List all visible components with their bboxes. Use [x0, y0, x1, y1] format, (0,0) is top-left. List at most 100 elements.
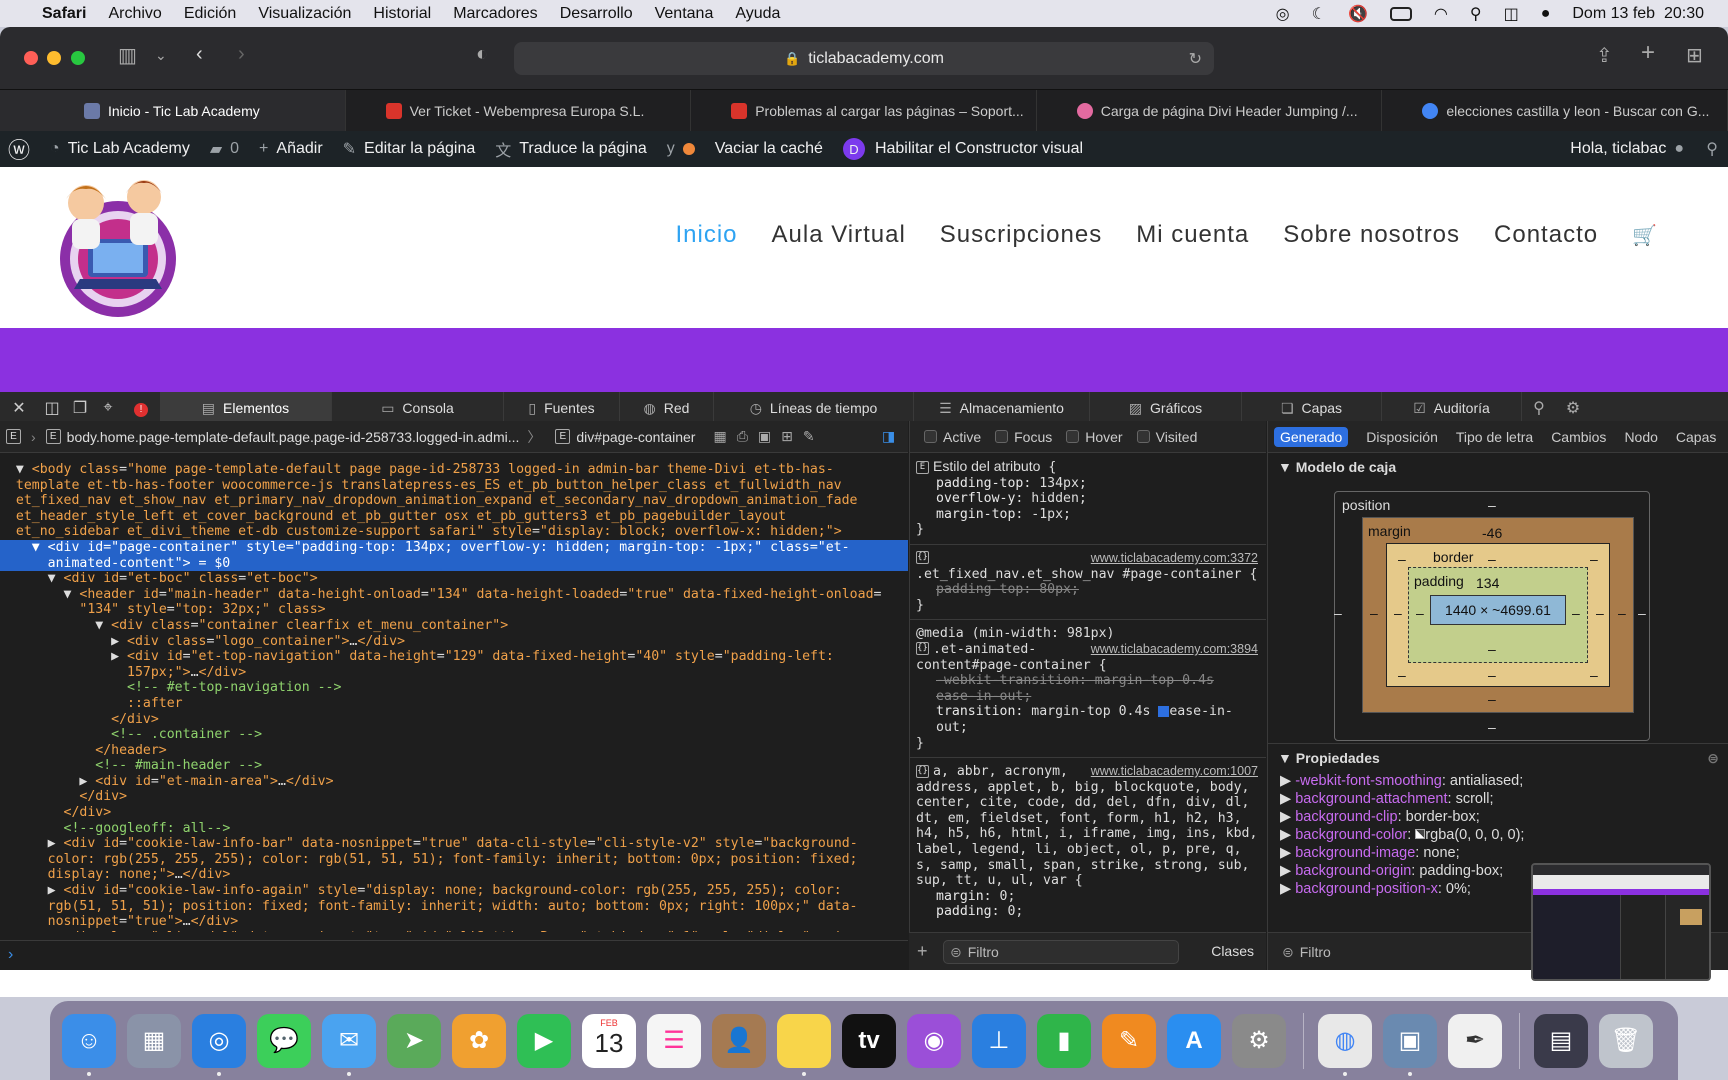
- dom-tree[interactable]: ▼ <body class="home page-template-defaul…: [0, 454, 908, 932]
- wordpress-icon[interactable]: ⓦ: [8, 133, 30, 165]
- breadcrumb-body[interactable]: body.home.page-template-default.page.pag…: [67, 429, 520, 445]
- dom-line[interactable]: ▶ <div class="logo_container">…</div>: [0, 634, 908, 650]
- numbers-icon[interactable]: ▮: [1037, 1013, 1091, 1068]
- new-tab-icon[interactable]: +: [1641, 39, 1655, 67]
- menu-ayuda[interactable]: Ayuda: [735, 5, 780, 23]
- nav-inicio[interactable]: Inicio: [675, 221, 737, 251]
- properties-header[interactable]: ▼ Propiedades ⊜: [1268, 743, 1728, 772]
- nav-suscripciones[interactable]: Suscripciones: [940, 221, 1102, 251]
- apple-tv-icon[interactable]: tv: [842, 1013, 896, 1068]
- classes-toggle[interactable]: Clases: [1211, 943, 1254, 959]
- screenshot-thumbnail[interactable]: [1531, 863, 1711, 981]
- dom-line[interactable]: "134" style="top: 32px;" class>: [0, 602, 908, 618]
- menu-archivo[interactable]: Archivo: [108, 5, 161, 23]
- tab-ver-ticket[interactable]: Ver Ticket - Webempresa Europa S.L.: [346, 90, 692, 131]
- shield-icon[interactable]: ◐: [476, 43, 488, 66]
- console-prompt[interactable]: ›: [0, 940, 908, 970]
- tab-problemas[interactable]: Problemas al cargar las páginas – Soport…: [691, 90, 1037, 131]
- dom-line[interactable]: et_no_sidebar et_divi_theme et-db custom…: [0, 524, 908, 540]
- address-bar[interactable]: 🔒 ticlabacademy.com ↻: [514, 42, 1214, 75]
- dom-line[interactable]: ::after: [0, 696, 908, 712]
- finder-icon[interactable]: ☺: [62, 1013, 116, 1076]
- search-icon[interactable]: ⚲: [1522, 398, 1556, 418]
- photos-icon[interactable]: ✿: [452, 1013, 506, 1068]
- property-row[interactable]: ▶ background-image: none;: [1268, 844, 1728, 862]
- filter-icon[interactable]: ⊜: [1707, 750, 1719, 767]
- tab-almacenamiento[interactable]: ☰ Almacenamiento: [914, 391, 1090, 425]
- tab-consola[interactable]: ▭ Consola: [332, 391, 504, 425]
- tab-capas[interactable]: Capas: [1676, 429, 1716, 445]
- preview-icon[interactable]: ▣: [1383, 1013, 1437, 1076]
- tab-nodo[interactable]: Nodo: [1624, 429, 1657, 445]
- pseudo-active-checkbox[interactable]: Active: [924, 429, 981, 445]
- system-preferences-icon[interactable]: ⚙: [1232, 1013, 1286, 1068]
- pseudo-focus-checkbox[interactable]: Focus: [995, 429, 1052, 445]
- property-row[interactable]: ▶ background-attachment: scroll;: [1268, 790, 1728, 808]
- dom-line[interactable]: et_fixed_nav et_show_nav et_primary_nav_…: [0, 493, 908, 509]
- admin-edit-link[interactable]: ✎ Editar la página: [343, 139, 476, 159]
- facetime-icon[interactable]: ▶: [517, 1013, 571, 1068]
- search-icon[interactable]: ⚲: [1706, 139, 1718, 159]
- tab-tipo-letra[interactable]: Tipo de letra: [1456, 429, 1533, 445]
- dom-line[interactable]: <!-- #main-header -->: [0, 758, 908, 774]
- tab-divi-header[interactable]: Carga de página Divi Header Jumping /...: [1037, 90, 1383, 131]
- tab-auditoria[interactable]: ☑ Auditoría: [1382, 391, 1522, 425]
- tab-overview-icon[interactable]: ⊞: [1686, 43, 1703, 68]
- pseudo-hover-checkbox[interactable]: Hover: [1066, 429, 1123, 445]
- site-logo[interactable]: [52, 173, 184, 323]
- reload-icon[interactable]: ↻: [1189, 49, 1202, 69]
- nav-mi-cuenta[interactable]: Mi cuenta: [1136, 221, 1249, 251]
- color-swatch[interactable]: [1415, 829, 1426, 839]
- dom-line[interactable]: ▼ <div id="et-boc" class="et-boc">: [0, 571, 908, 587]
- sidebar-toggle-icon[interactable]: ▥: [118, 43, 137, 68]
- dom-line[interactable]: nosnippet="true">…</div>: [0, 914, 908, 930]
- mail-icon[interactable]: ✉: [322, 1013, 376, 1076]
- dom-line[interactable]: <!-- .container -->: [0, 727, 908, 743]
- siri-icon[interactable]: ●: [1541, 5, 1551, 23]
- notes-icon[interactable]: [777, 1013, 831, 1076]
- dom-line[interactable]: <!--googleoff: all-->: [0, 821, 908, 837]
- menu-edicion[interactable]: Edición: [184, 5, 236, 23]
- tab-disposicion[interactable]: Disposición: [1366, 429, 1438, 445]
- dom-line[interactable]: <!-- #et-top-navigation -->: [0, 680, 908, 696]
- property-row[interactable]: ▶ -webkit-font-smoothing: antialiased;: [1268, 772, 1728, 790]
- breadcrumb-page-container[interactable]: div#page-container: [576, 429, 695, 445]
- dom-line[interactable]: ▶ <div id="et-top-navigation" data-heigh…: [0, 649, 908, 665]
- tab-fuentes[interactable]: ▯ Fuentes: [504, 391, 620, 425]
- menu-visualizacion[interactable]: Visualización: [258, 5, 351, 23]
- admin-add-link[interactable]: + Añadir: [259, 140, 323, 158]
- nav-aula-virtual[interactable]: Aula Virtual: [772, 221, 906, 251]
- nav-sobre-nosotros[interactable]: Sobre nosotros: [1283, 221, 1460, 251]
- menu-ventana[interactable]: Ventana: [655, 5, 714, 23]
- dom-toolbar-icons[interactable]: ▦⎙▣⊞✎: [713, 428, 824, 445]
- menu-historial[interactable]: Historial: [373, 5, 431, 23]
- wifi-icon[interactable]: ◠: [1434, 4, 1448, 24]
- podcasts-icon[interactable]: ◉: [907, 1013, 961, 1068]
- maps-icon[interactable]: ➤: [387, 1013, 441, 1068]
- dom-line[interactable]: display: none;">…</div>: [0, 867, 908, 883]
- mute-icon[interactable]: 🔇: [1348, 4, 1368, 24]
- zoom-window-button[interactable]: [71, 51, 85, 65]
- style-rule-reset[interactable]: www.ticlabacademy.com:1007 {} a, abbr, ac…: [910, 758, 1266, 926]
- safari-icon[interactable]: ◎: [192, 1013, 246, 1076]
- nav-contacto[interactable]: Contacto: [1494, 221, 1598, 251]
- chrome-icon[interactable]: ◍: [1318, 1013, 1372, 1076]
- dom-line[interactable]: </div>: [0, 712, 908, 728]
- minimized-window-icon[interactable]: ▤: [1534, 1013, 1588, 1068]
- rule-source-link[interactable]: www.ticlabacademy.com:3894: [1091, 642, 1258, 658]
- detach-icon[interactable]: ❐: [66, 398, 94, 418]
- dom-line[interactable]: ▼ <body class="home page-template-defaul…: [0, 462, 908, 478]
- chevron-down-icon[interactable]: ⌄: [155, 47, 167, 64]
- minimize-window-button[interactable]: [47, 51, 61, 65]
- control-center-icon[interactable]: ◫: [1504, 4, 1519, 24]
- moon-icon[interactable]: ☾: [1312, 4, 1326, 24]
- launchpad-icon[interactable]: ▦: [127, 1013, 181, 1068]
- reminders-icon[interactable]: ☰: [647, 1013, 701, 1068]
- admin-cache-link[interactable]: Vaciar la caché: [715, 140, 823, 158]
- close-devtools-icon[interactable]: ✕: [0, 398, 38, 418]
- admin-account[interactable]: Hola, ticlabac ●: [1570, 140, 1684, 158]
- tab-cambios[interactable]: Cambios: [1551, 429, 1606, 445]
- dom-line-selected[interactable]: ▼ <div id="page-container" style="paddin…: [0, 539, 908, 556]
- tab-google-search[interactable]: elecciones castilla y leon - Buscar con …: [1382, 90, 1728, 131]
- cart-icon[interactable]: 🛒: [1632, 221, 1658, 251]
